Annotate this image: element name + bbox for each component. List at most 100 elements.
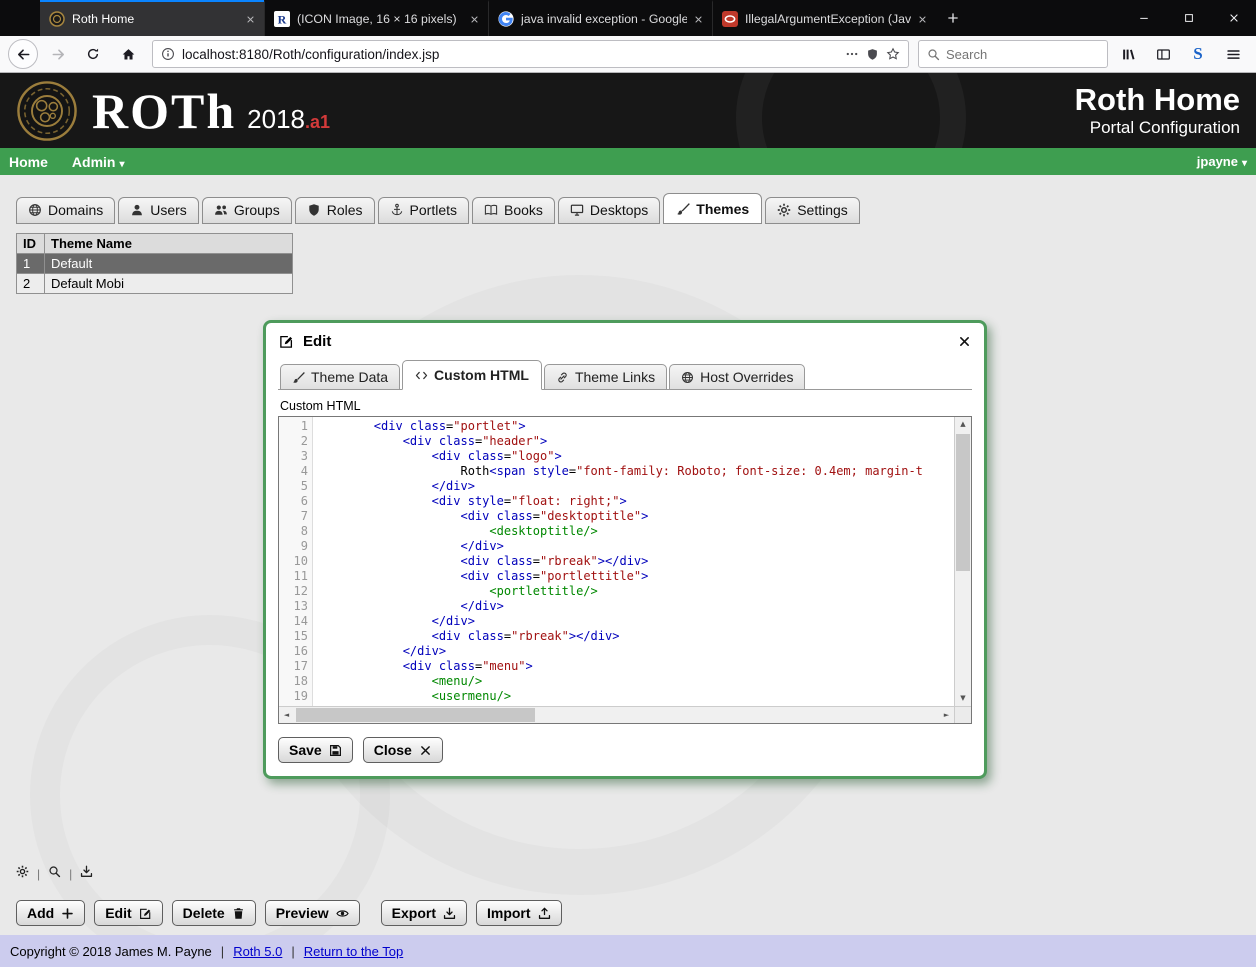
forward-button[interactable] bbox=[43, 39, 73, 69]
browser-tab[interactable]: java invalid exception - Google bbox=[488, 0, 712, 36]
scroll-left-icon[interactable]: ◄ bbox=[279, 707, 294, 723]
page-title: Roth Home bbox=[1075, 83, 1240, 118]
back-button[interactable] bbox=[8, 39, 38, 69]
code-line: <portlettitle/> bbox=[316, 584, 954, 599]
url-text[interactable]: localhost:8180/Roth/configuration/index.… bbox=[182, 47, 838, 62]
cell-theme-name[interactable]: Default Mobi bbox=[45, 274, 293, 294]
browser-tab[interactable]: Roth Home bbox=[40, 0, 264, 36]
sidebar-icon[interactable] bbox=[1148, 39, 1178, 69]
code-line: <div class="logo"> bbox=[316, 449, 954, 464]
line-number: 11 bbox=[279, 569, 308, 584]
tab-roles[interactable]: Roles bbox=[295, 197, 375, 224]
code-text[interactable]: <div class="portlet"> <div class="header… bbox=[313, 417, 954, 706]
scroll-down-icon[interactable]: ▼ bbox=[955, 691, 971, 706]
magnifier-button[interactable] bbox=[48, 865, 61, 883]
site-info-icon[interactable] bbox=[161, 47, 175, 61]
tab-label: Books bbox=[504, 202, 543, 218]
line-number: 18 bbox=[279, 674, 308, 689]
table-row[interactable]: 2Default Mobi bbox=[17, 274, 293, 294]
url-bar[interactable]: localhost:8180/Roth/configuration/index.… bbox=[152, 40, 909, 68]
browser-tab-bar: Roth HomeR(ICON Image, 16 × 16 pixels) ja… bbox=[0, 0, 1256, 36]
user-menu[interactable]: jpayne▾ bbox=[1197, 154, 1247, 169]
tab-settings[interactable]: Settings bbox=[765, 197, 860, 224]
gear-button[interactable] bbox=[16, 865, 29, 883]
reload-button[interactable] bbox=[78, 39, 108, 69]
editor-vertical-scrollbar[interactable]: ▲ ▼ bbox=[954, 417, 971, 706]
export-button[interactable]: Export bbox=[381, 900, 467, 926]
line-number: 8 bbox=[279, 524, 308, 539]
horizontal-scrollbar-thumb[interactable] bbox=[296, 708, 535, 722]
dialog-tab-theme-links[interactable]: Theme Links bbox=[544, 364, 667, 390]
tab-title: java invalid exception - Google bbox=[521, 12, 687, 26]
button-label: Add bbox=[27, 905, 54, 921]
dialog-tab-custom-html[interactable]: Custom HTML bbox=[402, 360, 542, 390]
search-input[interactable] bbox=[946, 47, 1099, 62]
line-number: 13 bbox=[279, 599, 308, 614]
tab-books[interactable]: Books bbox=[472, 197, 555, 224]
menu-home[interactable]: Home bbox=[9, 154, 48, 170]
tab-close-icon[interactable] bbox=[470, 15, 479, 24]
tab-close-icon[interactable] bbox=[694, 15, 703, 24]
cell-id[interactable]: 2 bbox=[17, 274, 45, 294]
home-button[interactable] bbox=[113, 39, 143, 69]
roth-version-link[interactable]: Roth 5.0 bbox=[233, 944, 282, 959]
add-button[interactable]: Add bbox=[16, 900, 85, 926]
code-line: <div class="portlettitle"> bbox=[316, 569, 954, 584]
code-editor[interactable]: 1234567891011121314151617181920 <div cla… bbox=[278, 416, 972, 724]
download-button[interactable] bbox=[80, 865, 93, 883]
extension-s-icon[interactable]: S bbox=[1183, 39, 1213, 69]
brand-row: ROTh 2018 .a1 bbox=[92, 86, 330, 136]
tab-desktops[interactable]: Desktops bbox=[558, 197, 660, 224]
delete-button[interactable]: Delete bbox=[172, 900, 256, 926]
vertical-scrollbar-thumb[interactable] bbox=[956, 434, 970, 571]
scroll-up-icon[interactable]: ▲ bbox=[955, 417, 971, 432]
line-number: 2 bbox=[279, 434, 308, 449]
code-line: </div> bbox=[316, 479, 954, 494]
code-line: </div> bbox=[316, 614, 954, 629]
page-content: DomainsUsersGroupsRolesPortlets Books Desk… bbox=[0, 175, 1256, 935]
table-row[interactable]: 1Default bbox=[17, 254, 293, 274]
bookmark-star-icon[interactable] bbox=[886, 47, 900, 61]
caret-down-icon: ▾ bbox=[1242, 158, 1247, 169]
page-actions-icon[interactable] bbox=[845, 47, 859, 61]
book-icon bbox=[484, 203, 498, 217]
import-button[interactable]: Import bbox=[476, 900, 562, 926]
library-icon[interactable] bbox=[1113, 39, 1143, 69]
cell-theme-name[interactable]: Default bbox=[45, 254, 293, 274]
browser-tab[interactable]: R(ICON Image, 16 × 16 pixels) bbox=[264, 0, 488, 36]
column-header: Theme Name bbox=[45, 234, 293, 254]
close-window-button[interactable] bbox=[1211, 0, 1256, 36]
return-to-top-link[interactable]: Return to the Top bbox=[304, 944, 404, 959]
line-number: 12 bbox=[279, 584, 308, 599]
close-button[interactable]: Close bbox=[363, 737, 443, 763]
menu-icon[interactable] bbox=[1218, 39, 1248, 69]
line-number: 1 bbox=[279, 419, 308, 434]
tab-portlets[interactable]: Portlets bbox=[378, 197, 469, 224]
new-tab-button[interactable] bbox=[936, 0, 970, 36]
tab-groups[interactable]: Groups bbox=[202, 197, 292, 224]
dialog-tab-host-overrides[interactable]: Host Overrides bbox=[669, 364, 805, 390]
search-bar[interactable] bbox=[918, 40, 1108, 68]
tab-close-icon[interactable] bbox=[246, 15, 255, 24]
menu-admin[interactable]: Admin▾ bbox=[72, 154, 125, 170]
edit-button[interactable]: Edit bbox=[94, 900, 162, 926]
tab-users[interactable]: Users bbox=[118, 197, 199, 224]
shield-icon[interactable] bbox=[866, 48, 879, 61]
tab-themes[interactable]: Themes bbox=[663, 193, 762, 224]
line-number: 17 bbox=[279, 659, 308, 674]
preview-button[interactable]: Preview bbox=[265, 900, 360, 926]
dialog-tab-theme-data[interactable]: Theme Data bbox=[280, 364, 400, 390]
tab-close-icon[interactable] bbox=[918, 15, 927, 24]
line-number: 4 bbox=[279, 464, 308, 479]
save-button[interactable]: Save bbox=[278, 737, 353, 763]
cell-id[interactable]: 1 bbox=[17, 254, 45, 274]
line-number: 14 bbox=[279, 614, 308, 629]
tab-domains[interactable]: Domains bbox=[16, 197, 115, 224]
scroll-right-icon[interactable]: ► bbox=[939, 707, 954, 723]
maximize-button[interactable] bbox=[1166, 0, 1211, 36]
editor-horizontal-scrollbar[interactable]: ◄ ► bbox=[279, 706, 954, 723]
dialog-close-button[interactable] bbox=[958, 335, 971, 348]
minimize-button[interactable] bbox=[1121, 0, 1166, 36]
browser-tab[interactable]: IllegalArgumentException (Jav bbox=[712, 0, 936, 36]
line-number: 9 bbox=[279, 539, 308, 554]
